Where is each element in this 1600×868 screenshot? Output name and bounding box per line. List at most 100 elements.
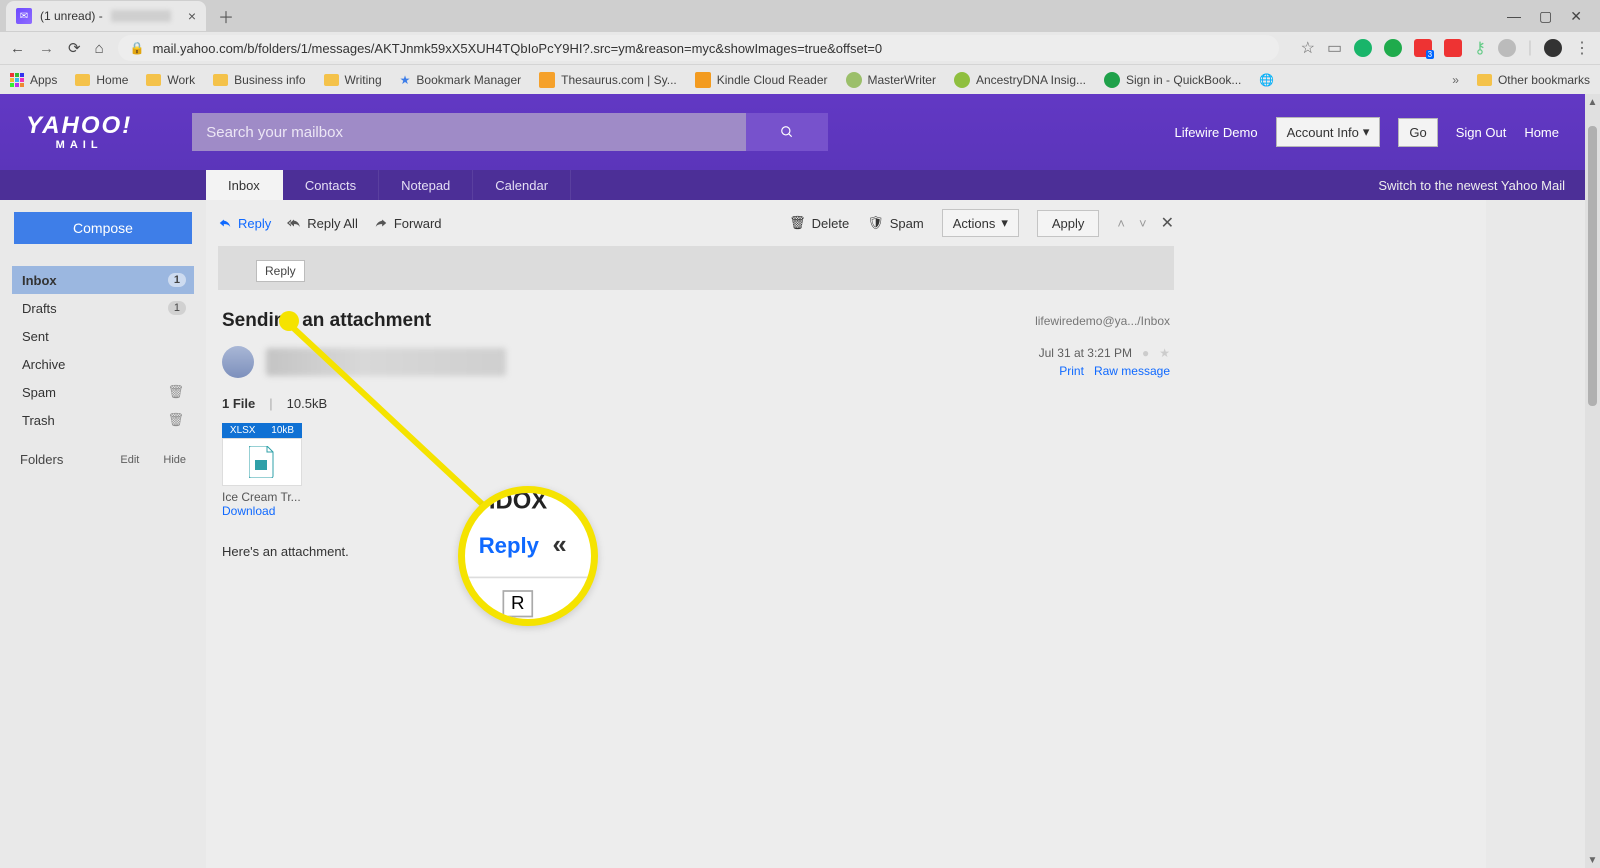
scroll-up-icon[interactable]: ▲ bbox=[1585, 94, 1600, 110]
message-body: Here's an attachment. bbox=[218, 524, 1174, 579]
sender-avatar[interactable] bbox=[222, 346, 254, 378]
bookmark-business[interactable]: Business info bbox=[213, 73, 305, 87]
search-button[interactable] bbox=[746, 113, 828, 151]
tab-inbox[interactable]: Inbox bbox=[206, 170, 283, 200]
bookmark-label: Sign in - QuickBook... bbox=[1126, 73, 1241, 87]
close-window-icon[interactable]: ✕ bbox=[1570, 8, 1582, 25]
reply-all-button[interactable]: Reply All bbox=[287, 216, 358, 231]
prev-message-icon[interactable]: ˄ bbox=[1117, 216, 1125, 231]
unread-dot-icon[interactable]: ● bbox=[1142, 346, 1149, 360]
print-link[interactable]: Print bbox=[1059, 364, 1084, 378]
bookmark-thesaurus[interactable]: Thesaurus.com | Sy... bbox=[539, 72, 677, 88]
switch-new-mail-link[interactable]: Switch to the newest Yahoo Mail bbox=[1378, 170, 1585, 200]
reply-button[interactable]: Reply bbox=[218, 216, 271, 231]
go-button[interactable]: Go bbox=[1398, 118, 1437, 147]
extension-icon-4[interactable] bbox=[1444, 39, 1462, 57]
extension-icon-5[interactable] bbox=[1498, 39, 1516, 57]
spam-button[interactable]: 🛡Spam bbox=[867, 215, 923, 231]
star-icon[interactable]: ★ bbox=[1159, 346, 1170, 360]
tab-notepad[interactable]: Notepad bbox=[379, 170, 473, 200]
delete-button[interactable]: 🗑Delete bbox=[789, 215, 849, 231]
apply-button[interactable]: Apply bbox=[1037, 210, 1100, 237]
user-display: Lifewire Demo bbox=[1174, 125, 1257, 140]
other-bookmarks[interactable]: Other bookmarks bbox=[1477, 73, 1590, 87]
attachment-item[interactable]: XLSX10kB Ice Cream Tr... Download bbox=[222, 423, 302, 518]
bookmark-ancestry[interactable]: AncestryDNA Insig... bbox=[954, 72, 1086, 88]
extension-icon-1[interactable] bbox=[1354, 39, 1372, 57]
account-info-dropdown[interactable]: Account Info ▾ bbox=[1276, 117, 1381, 147]
folder-trash[interactable]: Trash🗑 bbox=[12, 406, 194, 434]
bookmark-home[interactable]: Home bbox=[75, 73, 128, 87]
bookmark-masterwriter[interactable]: MasterWriter bbox=[846, 72, 936, 88]
raw-message-link[interactable]: Raw message bbox=[1094, 364, 1170, 378]
highlight-dot bbox=[279, 311, 299, 331]
magnified-tooltip-fragment: R bbox=[503, 590, 534, 617]
reader-icon[interactable]: ▭ bbox=[1327, 38, 1342, 58]
yahoo-logo[interactable]: YAHOO!MAIL bbox=[26, 114, 132, 151]
main-tabs: Inbox Contacts Notepad Calendar Switch t… bbox=[0, 170, 1585, 200]
new-tab-button[interactable]: ＋ bbox=[212, 2, 240, 30]
tab-contacts[interactable]: Contacts bbox=[283, 170, 379, 200]
profile-avatar-icon[interactable] bbox=[1544, 39, 1562, 57]
search-input[interactable] bbox=[192, 113, 746, 151]
reply-label: Reply bbox=[238, 216, 271, 231]
bookmark-writing[interactable]: Writing bbox=[324, 73, 382, 87]
folder-sent[interactable]: Sent bbox=[12, 322, 194, 350]
maximize-icon[interactable]: ▢ bbox=[1539, 8, 1552, 25]
bookmark-globe[interactable]: 🌐 bbox=[1259, 73, 1274, 87]
folder-archive[interactable]: Archive bbox=[12, 350, 194, 378]
attachment-thumb bbox=[222, 438, 302, 486]
tab-calendar[interactable]: Calendar bbox=[473, 170, 571, 200]
forward-button[interactable]: Forward bbox=[374, 216, 442, 231]
tab-close-icon[interactable]: × bbox=[188, 8, 196, 24]
account-label: Account Info bbox=[1287, 125, 1359, 140]
scroll-thumb[interactable] bbox=[1588, 126, 1597, 406]
bookmarks-overflow-icon[interactable]: » bbox=[1452, 73, 1459, 87]
minimize-icon[interactable]: — bbox=[1507, 8, 1521, 25]
lock-icon: 🔒 bbox=[130, 41, 145, 55]
folder-count: 1 bbox=[168, 273, 186, 287]
close-message-icon[interactable]: ✕ bbox=[1161, 213, 1174, 233]
bookmark-quickbooks[interactable]: Sign in - QuickBook... bbox=[1104, 72, 1241, 88]
address-bar[interactable]: 🔒 mail.yahoo.com/b/folders/1/messages/AK… bbox=[118, 35, 1279, 61]
nav-right: ☆ ▭ 3 ⚷ | ⋮ bbox=[1293, 38, 1590, 58]
page-scrollbar[interactable]: ▲ ▼ bbox=[1585, 94, 1600, 868]
browser-tab[interactable]: ✉ (1 unread) - × bbox=[6, 1, 206, 31]
compose-button[interactable]: Compose bbox=[14, 212, 192, 244]
trash-icon[interactable]: 🗑 bbox=[167, 384, 184, 400]
extension-icon-3[interactable]: 3 bbox=[1414, 39, 1432, 57]
bookmark-manager[interactable]: ★Bookmark Manager bbox=[400, 73, 521, 87]
next-message-icon[interactable]: ˅ bbox=[1139, 216, 1147, 231]
back-icon[interactable]: ← bbox=[10, 40, 25, 57]
bookmark-kindle[interactable]: Kindle Cloud Reader bbox=[695, 72, 828, 88]
folder-inbox[interactable]: Inbox1 bbox=[12, 266, 194, 294]
bookmark-work[interactable]: Work bbox=[146, 73, 195, 87]
home-link[interactable]: Home bbox=[1524, 125, 1559, 140]
hide-folders-link[interactable]: Hide bbox=[163, 454, 186, 466]
search-icon bbox=[780, 125, 794, 139]
actions-dropdown[interactable]: Actions▾ bbox=[942, 209, 1019, 237]
folder-label: Sent bbox=[22, 329, 49, 344]
sign-out-link[interactable]: Sign Out bbox=[1456, 125, 1507, 140]
extension-ancestry-icon[interactable]: ⚷ bbox=[1474, 38, 1486, 58]
reply-arrow-icon bbox=[218, 216, 232, 230]
home-icon[interactable]: ⌂ bbox=[95, 40, 104, 57]
reload-icon[interactable]: ⟳ bbox=[68, 39, 81, 57]
edit-folders-link[interactable]: Edit bbox=[120, 454, 139, 466]
folder-label: Archive bbox=[22, 357, 65, 372]
extension-icon-2[interactable] bbox=[1384, 39, 1402, 57]
apps-button[interactable]: Apps bbox=[10, 73, 57, 87]
download-link[interactable]: Download bbox=[222, 504, 302, 518]
chrome-menu-icon[interactable]: ⋮ bbox=[1574, 38, 1590, 58]
scroll-down-icon[interactable]: ▼ bbox=[1585, 852, 1600, 868]
forward-icon[interactable]: → bbox=[39, 40, 54, 57]
folders-label: Folders bbox=[20, 452, 63, 467]
message-path: lifewiredemo@ya.../Inbox bbox=[1035, 314, 1170, 328]
logo-text: YAHOO! bbox=[26, 112, 132, 139]
window-controls: — ▢ ✕ bbox=[1507, 8, 1600, 25]
attach-ext: XLSX bbox=[230, 425, 256, 436]
folder-spam[interactable]: Spam🗑 bbox=[12, 378, 194, 406]
star-icon[interactable]: ☆ bbox=[1301, 38, 1315, 58]
folder-drafts[interactable]: Drafts1 bbox=[12, 294, 194, 322]
trash-icon[interactable]: 🗑 bbox=[167, 412, 184, 428]
